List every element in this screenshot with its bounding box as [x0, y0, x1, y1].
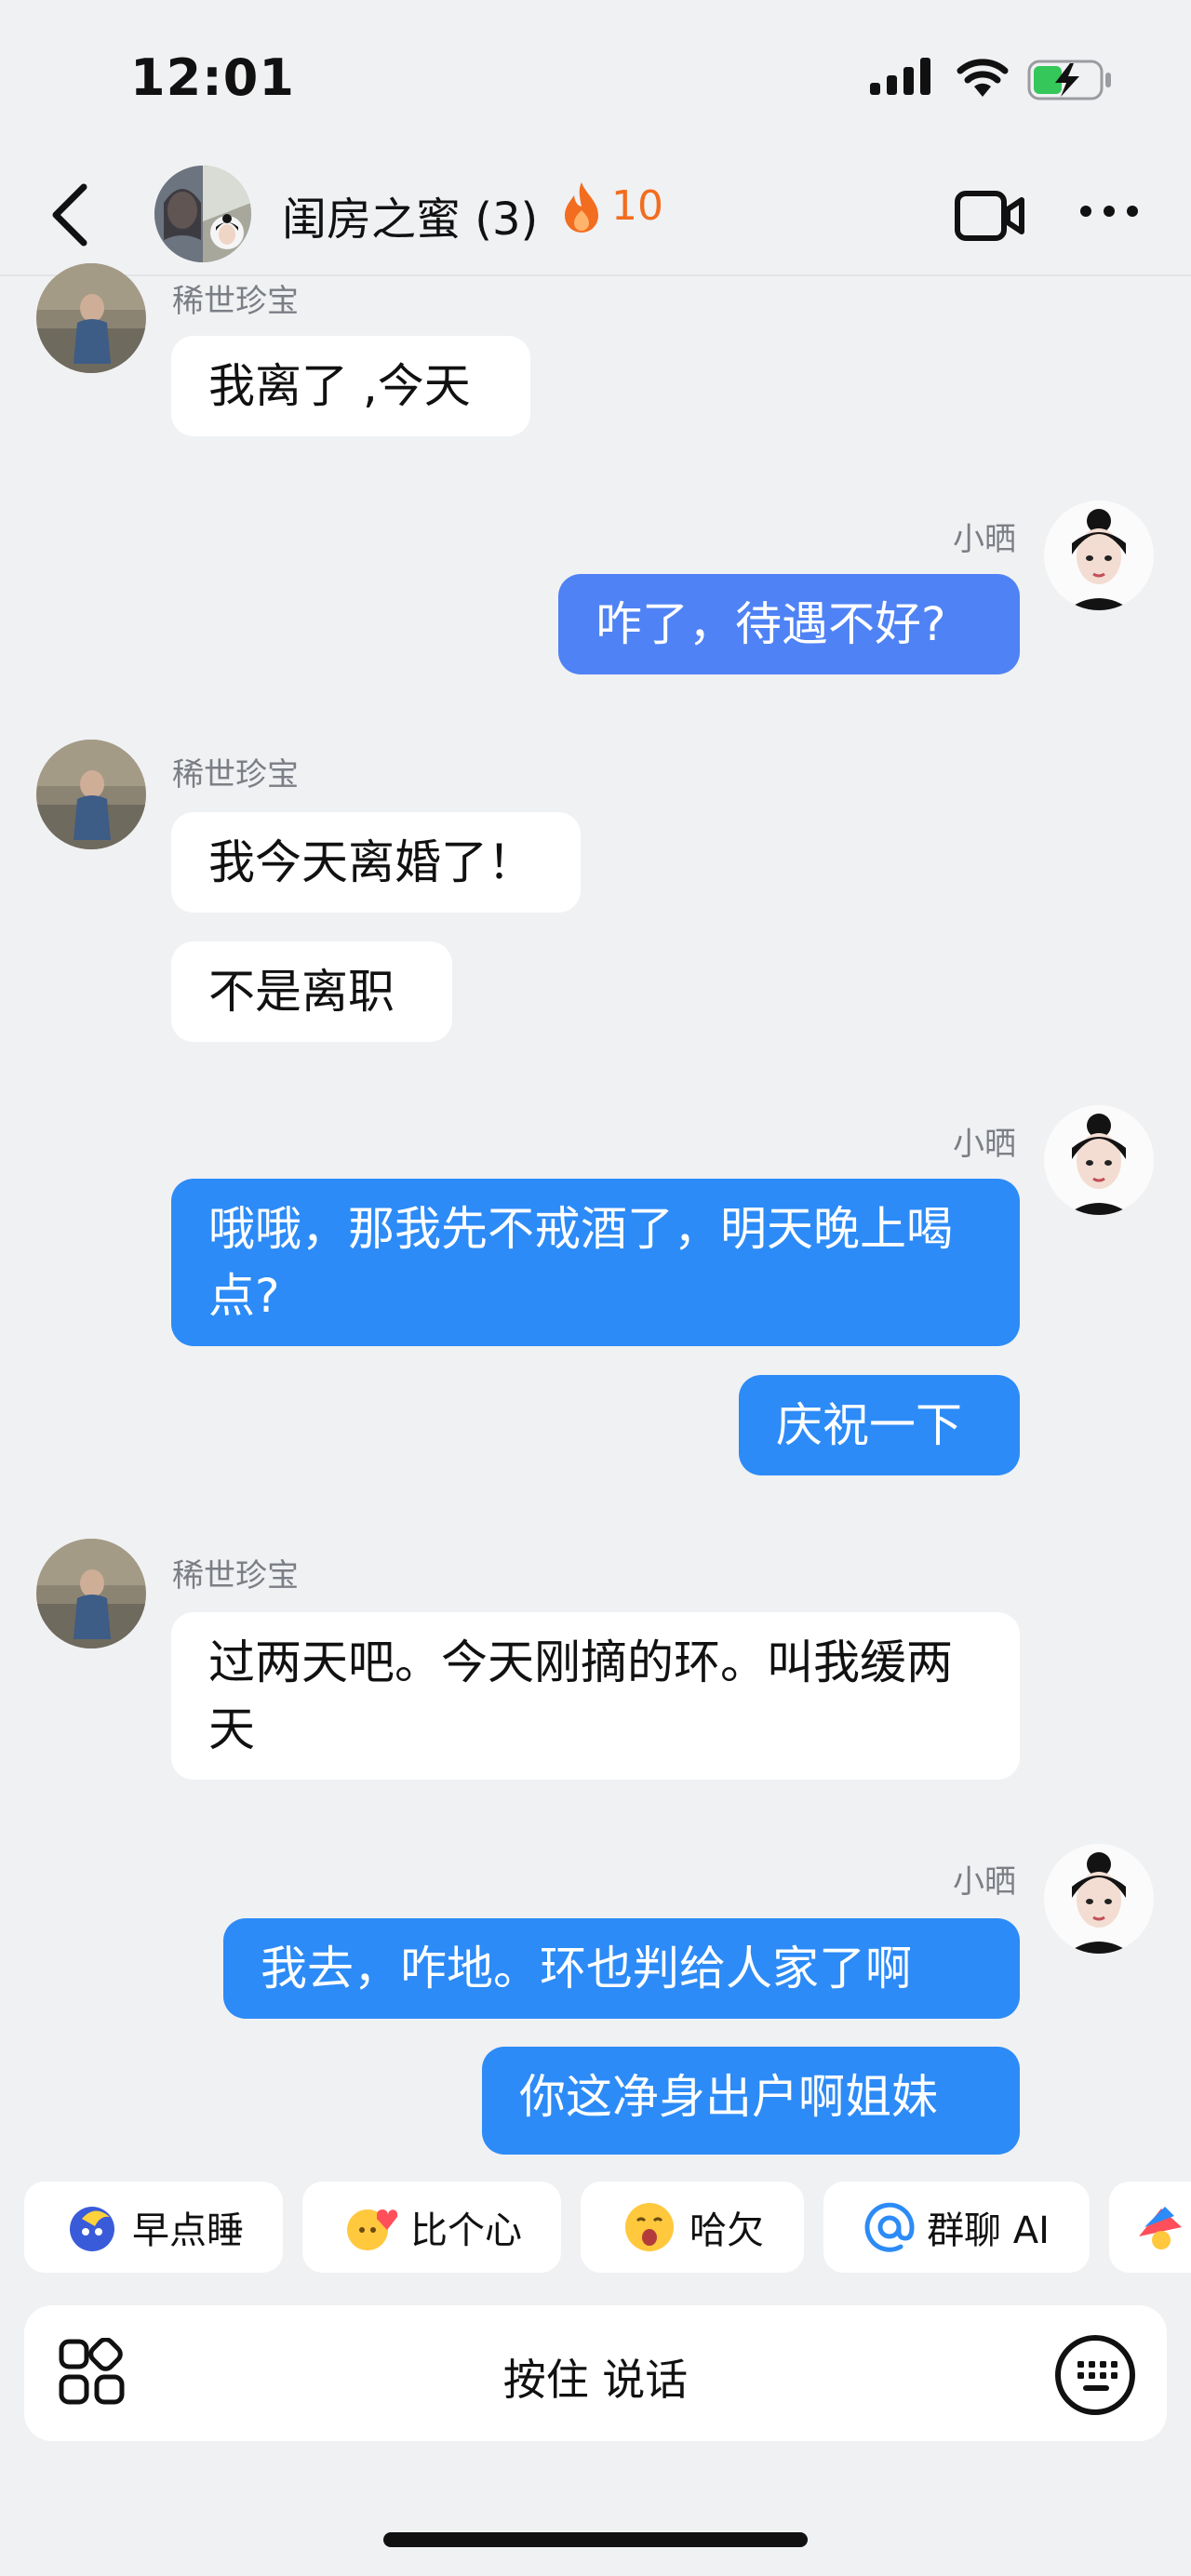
message-bubble[interactable]: 过两天吧。今天刚摘的环。叫我缓两天 — [171, 1612, 1020, 1780]
emoji-sticker-icon — [1139, 2207, 1182, 2249]
quick-reply-label: 早点睡 — [132, 2209, 244, 2252]
home-indicator[interactable] — [383, 2532, 808, 2547]
sender-name: 小晒 — [953, 1126, 1016, 1163]
quick-reply-group-ai[interactable]: 群聊 AI — [823, 2182, 1090, 2273]
at-sign-icon — [864, 2202, 915, 2252]
sender-name: 稀世珍宝 — [172, 756, 299, 794]
message-bubble[interactable]: 我离了 ,今天 — [171, 336, 530, 436]
group-avatar[interactable] — [154, 166, 251, 262]
avatar-sender-1[interactable] — [36, 1539, 146, 1648]
moon-sleep-icon — [70, 2207, 114, 2251]
message-bubble[interactable]: 你这净身出户啊姐妹 — [482, 2047, 1020, 2155]
video-call-icon[interactable] — [955, 189, 1025, 243]
message-bubble[interactable]: 庆祝一下 — [739, 1375, 1020, 1475]
avatar-self[interactable] — [1044, 1844, 1154, 1954]
avatar-self[interactable] — [1044, 1105, 1154, 1215]
message-bubble[interactable]: 我去，咋地。环也判给人家了啊 — [223, 1918, 1020, 2019]
message-bubble[interactable]: 我今天离婚了！ — [171, 812, 581, 913]
back-arrow-icon[interactable] — [48, 181, 89, 248]
avatar-sender-1[interactable] — [36, 263, 146, 373]
sender-name: 小晒 — [953, 521, 1016, 558]
message-bubble[interactable]: 咋了，待遇不好? — [558, 574, 1020, 674]
hold-to-talk-button[interactable]: 按住 说话 — [24, 2346, 1167, 2408]
quick-reply-bar: 早点睡 比个心 哈欠 群聊 AI — [0, 2182, 1191, 2275]
streak-count: 10 — [611, 182, 663, 230]
chat-input-bar: 按住 说话 — [24, 2305, 1167, 2441]
yawn-face-icon — [625, 2203, 674, 2251]
cellular-signal-icon — [870, 58, 930, 95]
status-bar: 12:01 — [0, 0, 1191, 158]
quick-reply-heart[interactable]: 比个心 — [302, 2182, 561, 2273]
fire-streak-icon — [565, 182, 598, 233]
quick-reply-early-sleep[interactable]: 早点睡 — [24, 2182, 283, 2273]
sender-name: 稀世珍宝 — [172, 283, 299, 320]
chat-header: 闺房之蜜 (3) 10 — [0, 158, 1191, 276]
quick-reply-yawn[interactable]: 哈欠 — [581, 2182, 804, 2273]
more-options-icon[interactable] — [1079, 205, 1139, 218]
message-bubble[interactable]: 不是离职 — [171, 941, 452, 1042]
sender-name: 稀世珍宝 — [172, 1557, 299, 1595]
quick-reply-label: 比个心 — [410, 2209, 522, 2252]
avatar-sender-1[interactable] — [36, 740, 146, 849]
sender-name: 小晒 — [953, 1863, 1016, 1901]
message-bubble[interactable]: 哦哦，那我先不戒酒了，明天晚上喝点? — [171, 1179, 1020, 1346]
quick-reply-more[interactable] — [1109, 2182, 1191, 2273]
status-time: 12:01 — [130, 48, 295, 107]
chat-title: 闺房之蜜 (3) — [282, 194, 539, 246]
quick-reply-label: 群聊 AI — [927, 2209, 1050, 2252]
heart-hand-icon — [347, 2209, 398, 2250]
wifi-icon — [957, 59, 1009, 97]
quick-reply-label: 哈欠 — [689, 2209, 764, 2252]
avatar-self[interactable] — [1044, 501, 1154, 610]
battery-charging-icon — [1027, 60, 1111, 100]
keyboard-icon[interactable] — [1053, 2333, 1137, 2417]
